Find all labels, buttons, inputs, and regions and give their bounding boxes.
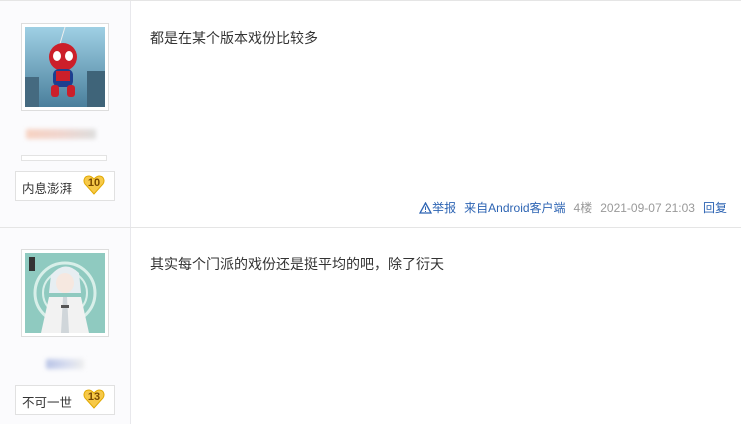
report-label: 举报	[432, 201, 457, 215]
user-sidebar: 不可一世 13	[0, 228, 131, 424]
level-badge: 10	[83, 174, 105, 196]
level-badge: 13	[83, 388, 105, 410]
report-link[interactable]: 举报	[419, 199, 456, 216]
post-floor-4: 内息澎湃 10 都是在某个版本戏份比较多 举报 来自Android客户端 4楼 …	[0, 0, 741, 227]
badge-title: 内息澎湃	[22, 182, 73, 196]
member-badge[interactable]: 不可一世 13	[15, 385, 115, 415]
level-number: 10	[87, 177, 101, 189]
floor-number: 4楼	[573, 201, 593, 215]
badge-title: 不可一世	[22, 396, 73, 410]
post-content: 其实每个门派的戏份还是挺平均的吧，除了衍天	[150, 256, 444, 272]
reply-link[interactable]: 回复	[703, 199, 727, 216]
avatar[interactable]	[21, 249, 109, 337]
username-blurred[interactable]	[26, 129, 96, 139]
post-tail: 举报 来自Android客户端 4楼 2021-09-07 21:03 回复	[419, 199, 727, 216]
member-badge[interactable]: 内息澎湃 10	[15, 171, 115, 201]
avatar-image-character	[25, 253, 105, 333]
level-number: 13	[87, 391, 101, 403]
post-time: 2021-09-07 21:03	[600, 200, 695, 215]
client-source-link[interactable]: 来自Android客户端	[464, 199, 565, 216]
avatar-image-spiderman	[25, 27, 105, 107]
warning-icon	[419, 201, 433, 214]
user-sidebar: 内息澎湃 10	[0, 1, 131, 227]
username-blurred[interactable]	[46, 359, 84, 369]
post-content: 都是在某个版本戏份比较多	[150, 30, 318, 46]
post-floor-5: 不可一世 13 其实每个门派的戏份还是挺平均的吧，除了衍天	[0, 227, 741, 424]
avatar[interactable]	[21, 23, 109, 111]
username-underline	[21, 155, 107, 161]
